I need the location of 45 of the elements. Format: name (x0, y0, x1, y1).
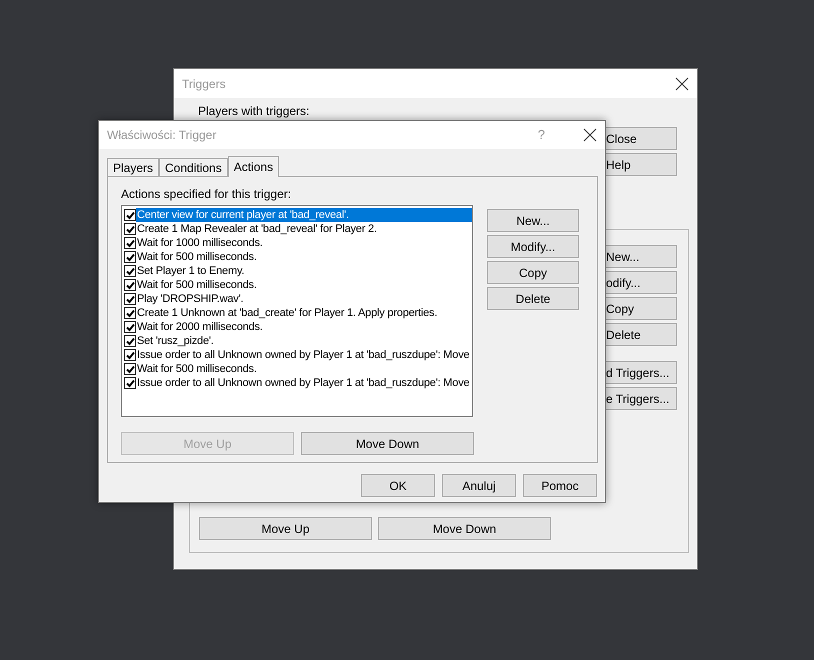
action-button[interactable]: New... (487, 209, 579, 232)
action-button[interactable]: Copy (487, 261, 579, 284)
action-button[interactable]: Delete (487, 287, 579, 310)
checkbox[interactable] (124, 349, 136, 361)
checkbox[interactable] (124, 279, 136, 291)
action-item[interactable]: Wait for 500 milliseconds. (136, 250, 472, 264)
dialog-button[interactable]: Pomoc (523, 474, 597, 497)
action-item[interactable]: Set Player 1 to Enemy. (136, 264, 472, 278)
checkbox[interactable] (124, 377, 136, 389)
dialog-button[interactable]: OK (361, 474, 435, 497)
action-item[interactable]: Create 1 Unknown at 'bad_create' for Player 1. Apply properties. (136, 306, 472, 320)
action-item[interactable]: Wait for 1000 milliseconds. (136, 236, 472, 250)
checkbox[interactable] (124, 307, 136, 319)
close-icon[interactable] (583, 128, 597, 142)
move-button[interactable]: Move Down (378, 517, 551, 540)
move-button[interactable]: Move Down (301, 432, 474, 455)
window-title: Triggers (182, 76, 226, 92)
move-button[interactable]: Move Up (199, 517, 372, 540)
checkbox[interactable] (124, 223, 136, 235)
list-label: Actions specified for this trigger: (121, 186, 292, 201)
action-button[interactable]: Modify... (487, 235, 579, 258)
checkbox[interactable] (124, 265, 136, 277)
checkbox[interactable] (124, 321, 136, 333)
action-item[interactable]: Center view for current player at 'bad_reveal'. (136, 208, 472, 222)
dialog-button[interactable]: Anuluj (442, 474, 516, 497)
action-item[interactable]: Set 'rusz_pizde'. (136, 334, 472, 348)
checkbox[interactable] (124, 363, 136, 375)
tab[interactable]: Conditions (159, 158, 228, 176)
window-title: Właściwości: Trigger (107, 127, 218, 144)
checkbox[interactable] (124, 237, 136, 249)
action-item[interactable]: Create 1 Map Revealer at 'bad_reveal' for Player 2. (136, 222, 472, 236)
checkbox[interactable] (124, 293, 136, 305)
checkbox[interactable] (124, 209, 136, 221)
players-label: Players with triggers: (198, 104, 310, 118)
action-item[interactable]: Play 'DROPSHIP.wav'. (136, 292, 472, 306)
action-item[interactable]: Issue order to all Unknown owned by Player 1 at 'bad_ruszdupe': Move (136, 376, 472, 390)
action-item[interactable]: Wait for 2000 milliseconds. (136, 320, 472, 334)
tab[interactable]: Actions (228, 156, 280, 177)
action-item[interactable]: Wait for 500 milliseconds. (136, 362, 472, 376)
action-item[interactable]: Wait for 500 milliseconds. (136, 278, 472, 292)
checkbox[interactable] (124, 251, 136, 263)
checkbox[interactable] (124, 335, 136, 347)
tab[interactable]: Players (107, 158, 160, 176)
action-item[interactable]: Issue order to all Unknown owned by Player 1 at 'bad_ruszdupe': Move (136, 348, 472, 362)
close-icon[interactable] (675, 76, 689, 90)
